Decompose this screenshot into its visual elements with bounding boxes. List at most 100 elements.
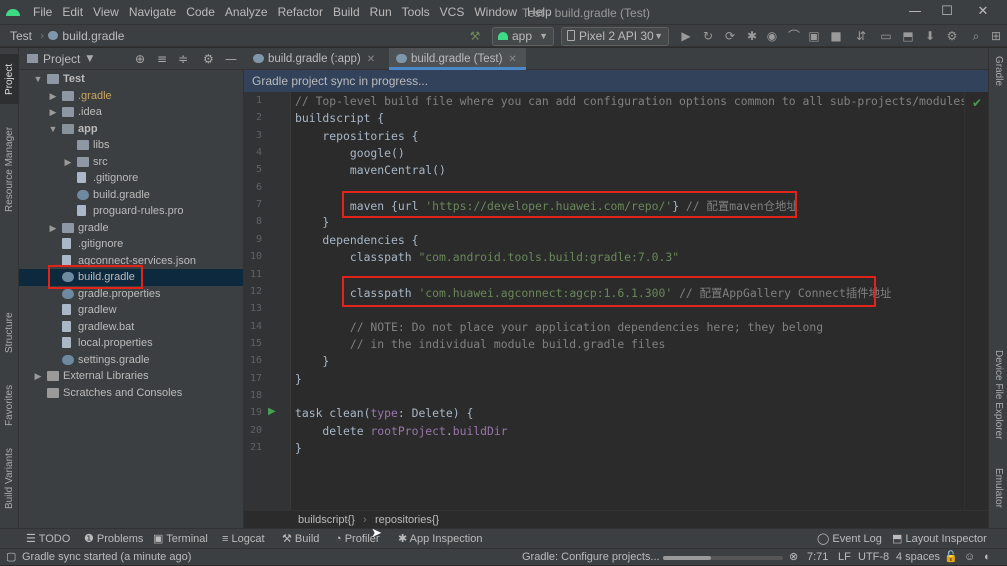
hammer-icon[interactable]: ⚒	[467, 28, 483, 44]
tool-tab-resource-manager[interactable]: Resource Manager	[0, 114, 19, 224]
menu-edit[interactable]: Edit	[57, 5, 88, 19]
tool-tab-project[interactable]: Project	[0, 54, 19, 104]
locate-icon[interactable]: ⊕	[135, 52, 145, 66]
editor-scrollbar[interactable]: ✔	[964, 92, 988, 510]
code-line[interactable]: classpath "com.android.tools.build:gradl…	[295, 250, 679, 264]
tool-problems[interactable]: ❶ Problems	[84, 529, 143, 549]
code-line[interactable]: }	[295, 354, 329, 368]
minimize-icon[interactable]: —	[900, 3, 930, 21]
run-task-icon[interactable]: ▶	[268, 406, 276, 417]
menu-refactor[interactable]: Refactor	[273, 5, 328, 19]
settings-icon[interactable]: ⊞	[988, 28, 1004, 44]
tool-tab-favorites[interactable]: Favorites	[0, 374, 19, 436]
tree-item[interactable]: build.gradle	[19, 187, 243, 204]
menu-analyze[interactable]: Analyze	[220, 5, 273, 19]
code-line[interactable]: // in the individual module build.gradle…	[295, 337, 665, 351]
status-toggle-icon[interactable]: ▢	[6, 549, 16, 566]
indent-setting[interactable]: 4 spaces	[896, 549, 940, 566]
tree-item[interactable]: local.properties	[19, 335, 243, 352]
tool-tab-gradle[interactable]: Gradle	[989, 56, 1007, 102]
chevron-down-icon[interactable]: ▼	[48, 121, 58, 138]
menu-navigate[interactable]: Navigate	[124, 5, 181, 19]
nav-crumb-file[interactable]: build.gradle	[62, 29, 128, 43]
code-line[interactable]: }	[295, 215, 329, 229]
background-task[interactable]: Gradle: Configure projects...	[522, 549, 660, 566]
code-line[interactable]: task clean(type: Delete) {	[295, 406, 473, 420]
gear-icon[interactable]: ⚙	[203, 52, 214, 66]
file-encoding[interactable]: UTF-8	[858, 549, 889, 566]
close-tab-icon[interactable]: ✕	[367, 54, 375, 65]
tree-item[interactable]: ▶ External Libraries	[19, 368, 243, 385]
menu-run[interactable]: Run	[365, 5, 397, 19]
code-line[interactable]: mavenCentral()	[295, 163, 446, 177]
chevron-right-icon[interactable]: ▶	[48, 220, 58, 237]
caret-position[interactable]: 7:71	[807, 549, 828, 566]
tool-terminal[interactable]: ▣ Terminal	[153, 529, 208, 549]
tree-item[interactable]: gradlew.bat	[19, 319, 243, 336]
apply-changes-icon[interactable]: ↻	[700, 28, 716, 44]
collapse-all-icon[interactable]: ≡	[157, 52, 167, 66]
tab-build-gradle-app[interactable]: build.gradle (:app) ✕	[246, 48, 386, 70]
tree-item[interactable]: .gitignore	[19, 236, 243, 253]
sync-gradle-icon[interactable]: ⇵	[853, 28, 869, 44]
menu-code[interactable]: Code	[181, 5, 220, 19]
stop-icon[interactable]: ■	[828, 28, 844, 44]
tool-layout-inspector[interactable]: ⬒ Layout Inspector	[892, 529, 987, 549]
sdk-manager-icon[interactable]: ⬇	[922, 28, 938, 44]
hide-icon[interactable]: —	[225, 52, 237, 66]
tree-item[interactable]: gradlew	[19, 302, 243, 319]
tool-build[interactable]: ⚒ Build	[282, 529, 319, 549]
code-line[interactable]: google()	[295, 146, 405, 160]
memory-icon[interactable]: ◐	[984, 549, 991, 566]
maximize-icon[interactable]: ☐	[932, 3, 962, 21]
tool-logcat[interactable]: ≡ Logcat	[222, 529, 265, 549]
menu-file[interactable]: File	[28, 5, 57, 19]
breadcrumb-repositories[interactable]: repositories{}	[375, 511, 439, 529]
tool-tab-emulator[interactable]: Emulator	[989, 468, 1007, 524]
close-icon[interactable]: ✕	[968, 3, 998, 21]
menu-tools[interactable]: Tools	[397, 5, 435, 19]
tree-item[interactable]: ▶ src	[19, 154, 243, 171]
tool-todo[interactable]: ☰ TODO	[26, 529, 70, 549]
layout-inspector-icon[interactable]: ⚙	[944, 28, 960, 44]
breadcrumb-buildscript[interactable]: buildscript{}	[298, 511, 355, 529]
tree-item[interactable]: Scratches and Consoles	[19, 385, 243, 402]
tree-item[interactable]: ▶ gradle	[19, 220, 243, 237]
code-line[interactable]: }	[295, 441, 302, 455]
chevron-down-icon[interactable]: ▼	[33, 71, 43, 88]
project-view-selector[interactable]: Project	[43, 52, 80, 66]
tree-item[interactable]: ▶ .idea	[19, 104, 243, 121]
tool-tab-structure[interactable]: Structure	[0, 298, 19, 368]
line-separator[interactable]: LF	[838, 549, 851, 566]
tree-item[interactable]: ▼ app	[19, 121, 243, 138]
expand-all-icon[interactable]: ≑	[178, 52, 188, 66]
menu-window[interactable]: Window	[469, 5, 522, 19]
device-dropdown[interactable]: Pixel 2 API 30 ▼	[561, 27, 669, 46]
tool-tab-device-file-explorer[interactable]: Device File Explorer	[989, 350, 1007, 458]
tree-item[interactable]: settings.gradle	[19, 352, 243, 369]
apply-code-changes-icon[interactable]: ⟳	[722, 28, 738, 44]
code-line[interactable]: repositories {	[295, 129, 418, 143]
tool-event-log[interactable]: ◯ Event Log	[817, 529, 882, 549]
code-line[interactable]: dependencies {	[295, 233, 418, 247]
code-line[interactable]: }	[295, 372, 302, 386]
cancel-task-icon[interactable]: ⊗	[789, 549, 798, 566]
tree-item[interactable]: .gitignore	[19, 170, 243, 187]
profile-icon[interactable]: ◉	[764, 28, 780, 44]
tab-build-gradle-test[interactable]: build.gradle (Test) ✕	[389, 48, 526, 70]
inspector-face-icon[interactable]: ☺	[964, 549, 975, 566]
coverage-icon[interactable]: ▣	[806, 28, 822, 44]
tree-item[interactable]: ▶ .gradle	[19, 88, 243, 105]
tool-tab-build-variants[interactable]: Build Variants	[0, 444, 19, 514]
device-manager-icon[interactable]: ▭	[878, 28, 894, 44]
attach-debugger-icon[interactable]: ⌒	[786, 28, 802, 44]
close-tab-icon[interactable]: ✕	[508, 54, 516, 65]
menu-build[interactable]: Build	[328, 5, 365, 19]
code-line[interactable]: // Top-level build file where you can ad…	[295, 94, 964, 108]
tree-item[interactable]: libs	[19, 137, 243, 154]
chevron-right-icon[interactable]: ▶	[33, 368, 43, 385]
lock-icon[interactable]: 🔓	[944, 549, 958, 566]
menu-view[interactable]: View	[88, 5, 124, 19]
chevron-right-icon[interactable]: ▶	[48, 88, 58, 105]
debug-icon[interactable]: ✱	[744, 28, 760, 44]
